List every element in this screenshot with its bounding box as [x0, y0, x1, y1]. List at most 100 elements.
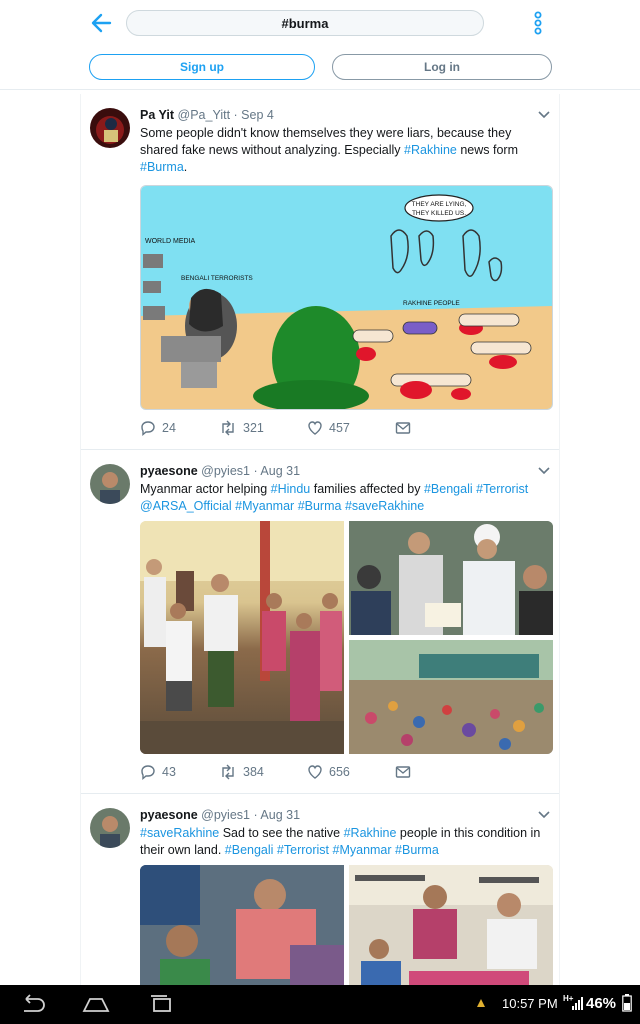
hashtag-link[interactable]: #Myanmar — [333, 843, 392, 857]
tweet-header: pyaesone @pyies1 · Aug 31 — [140, 808, 300, 822]
tweet-header: Pa Yit @Pa_Yitt · Sep 4 — [140, 108, 274, 122]
heart-icon — [308, 421, 322, 435]
tweet-date[interactable]: · Aug 31 — [253, 808, 300, 822]
hashtag-link[interactable]: #Myanmar — [235, 499, 294, 513]
tweet-cartoon-image[interactable]: WORLD MEDIA BENGALI TERRORISTS RAKHINE P… — [140, 185, 553, 410]
author-handle[interactable]: @Pa_Yitt — [178, 108, 231, 122]
message-button[interactable] — [395, 763, 411, 781]
like-count: 656 — [329, 765, 350, 779]
auth-bar: Sign up Log in — [0, 46, 640, 90]
author-name[interactable]: pyaesone — [140, 464, 198, 478]
tweet-photo-grid — [140, 521, 553, 754]
author-name[interactable]: Pa Yit — [140, 108, 174, 122]
vertical-dots-icon — [534, 11, 542, 35]
retweet-count: 321 — [243, 421, 264, 435]
tweet-actions: 24 321 457 — [140, 419, 440, 437]
retweet-icon — [222, 764, 234, 780]
author-handle[interactable]: @pyies1 — [201, 464, 250, 478]
cartoon-label-world-media: WORLD MEDIA — [145, 238, 196, 245]
hashtag-link[interactable]: #Burma — [298, 499, 342, 513]
heart-icon — [308, 765, 322, 779]
tweet[interactable]: Pa Yit @Pa_Yitt · Sep 4 Some people didn… — [81, 94, 559, 450]
tweet-text-segment: . — [183, 160, 188, 174]
retweet-button[interactable]: 384 — [219, 763, 264, 781]
more-options-button[interactable] — [529, 10, 547, 36]
author-name[interactable]: pyaesone — [140, 808, 198, 822]
recent-apps-icon[interactable] — [146, 993, 176, 1015]
author-handle[interactable]: @pyies1 — [201, 808, 250, 822]
like-button[interactable]: 656 — [307, 763, 350, 781]
battery-level: 46% — [586, 995, 617, 1012]
tweet[interactable]: pyaesone @pyies1 · Aug 31 Myanmar actor … — [81, 450, 559, 794]
reply-icon — [141, 765, 155, 780]
avatar[interactable] — [90, 808, 130, 848]
tweet-text-segment: families affected by — [310, 482, 424, 496]
signup-button[interactable]: Sign up — [89, 54, 315, 80]
tweet-photo[interactable] — [349, 640, 553, 754]
envelope-icon — [395, 422, 411, 434]
cartoon-bubble-line1: THEY ARE LYING, — [412, 201, 467, 208]
notification-icon — [477, 999, 485, 1007]
hashtag-link[interactable]: @ARSA_Official — [140, 499, 232, 513]
tweet-feed[interactable]: Pa Yit @Pa_Yitt · Sep 4 Some people didn… — [80, 94, 560, 985]
chevron-down-icon[interactable] — [537, 466, 551, 476]
chevron-down-icon[interactable] — [537, 110, 551, 120]
retweet-count: 384 — [243, 765, 264, 779]
tweet-date[interactable]: · Aug 31 — [253, 464, 300, 478]
tweet[interactable]: pyaesone @pyies1 · Aug 31 #saveRakhine S… — [81, 794, 559, 985]
battery-icon — [622, 994, 632, 1012]
like-count: 457 — [329, 421, 350, 435]
retweet-icon — [222, 420, 234, 436]
envelope-icon — [395, 766, 411, 778]
retweet-button[interactable]: 321 — [219, 419, 264, 437]
tweet-text-segment: Myanmar actor helping — [140, 482, 271, 496]
tweet-date[interactable]: · Sep 4 — [234, 108, 274, 122]
search-input[interactable]: #burma — [126, 10, 484, 36]
hashtag-link[interactable]: #saveRakhine — [140, 826, 219, 840]
back-button[interactable] — [88, 9, 116, 37]
hashtag-link[interactable]: #Terrorist — [476, 482, 528, 496]
reply-icon — [141, 421, 155, 436]
system-nav-bar: 10:57 PM H+ 46% — [0, 985, 640, 1024]
hashtag-link[interactable]: #Bengali — [225, 843, 274, 857]
avatar[interactable] — [90, 108, 130, 148]
tweet-text: Some people didn't know themselves they … — [140, 125, 550, 176]
tweet-photo[interactable] — [349, 865, 553, 985]
reply-button[interactable]: 43 — [140, 763, 176, 781]
hashtag-link[interactable]: #Rakhine — [344, 826, 397, 840]
tweet-actions: 43 384 656 — [140, 763, 440, 781]
hashtag-link[interactable]: #Burma — [395, 843, 439, 857]
tweet-text: #saveRakhine Sad to see the native #Rakh… — [140, 825, 550, 859]
avatar[interactable] — [90, 464, 130, 504]
cartoon-label-rakhine: RAKHINE PEOPLE — [403, 300, 460, 307]
hashtag-link[interactable]: #Burma — [140, 160, 184, 174]
arrow-left-icon — [91, 13, 112, 33]
home-nav-icon[interactable] — [80, 993, 112, 1015]
hashtag-link[interactable]: #Hindu — [271, 482, 311, 496]
tweet-header: pyaesone @pyies1 · Aug 31 — [140, 464, 300, 478]
tweet-photo[interactable] — [140, 865, 344, 985]
hashtag-link[interactable]: #Bengali — [424, 482, 473, 496]
tweet-photo-grid — [140, 865, 553, 985]
tweet-text: Myanmar actor helping #Hindu families af… — [140, 481, 550, 515]
reply-count: 43 — [162, 765, 176, 779]
tweet-text-segment: news form — [456, 143, 519, 157]
tweet-photo[interactable] — [140, 521, 344, 754]
signal-icon — [572, 997, 583, 1010]
hashtag-link[interactable]: #Rakhine — [404, 143, 457, 157]
reply-count: 24 — [162, 421, 176, 435]
cartoon-label-bengali: BENGALI TERRORISTS — [181, 275, 253, 282]
message-button[interactable] — [395, 419, 411, 437]
tweet-text-segment: Sad to see the native — [219, 826, 344, 840]
back-nav-icon[interactable] — [18, 993, 48, 1015]
clock: 10:57 PM — [502, 996, 558, 1011]
reply-button[interactable]: 24 — [140, 419, 176, 437]
login-button[interactable]: Log in — [332, 54, 552, 80]
chevron-down-icon[interactable] — [537, 810, 551, 820]
like-button[interactable]: 457 — [307, 419, 350, 437]
hashtag-link[interactable]: #saveRakhine — [345, 499, 424, 513]
tweet-photo[interactable] — [349, 521, 553, 635]
cartoon-bubble-line2: THEY KILLED US. — [412, 210, 466, 217]
hashtag-link[interactable]: #Terrorist — [277, 843, 329, 857]
top-bar: #burma — [0, 0, 640, 46]
